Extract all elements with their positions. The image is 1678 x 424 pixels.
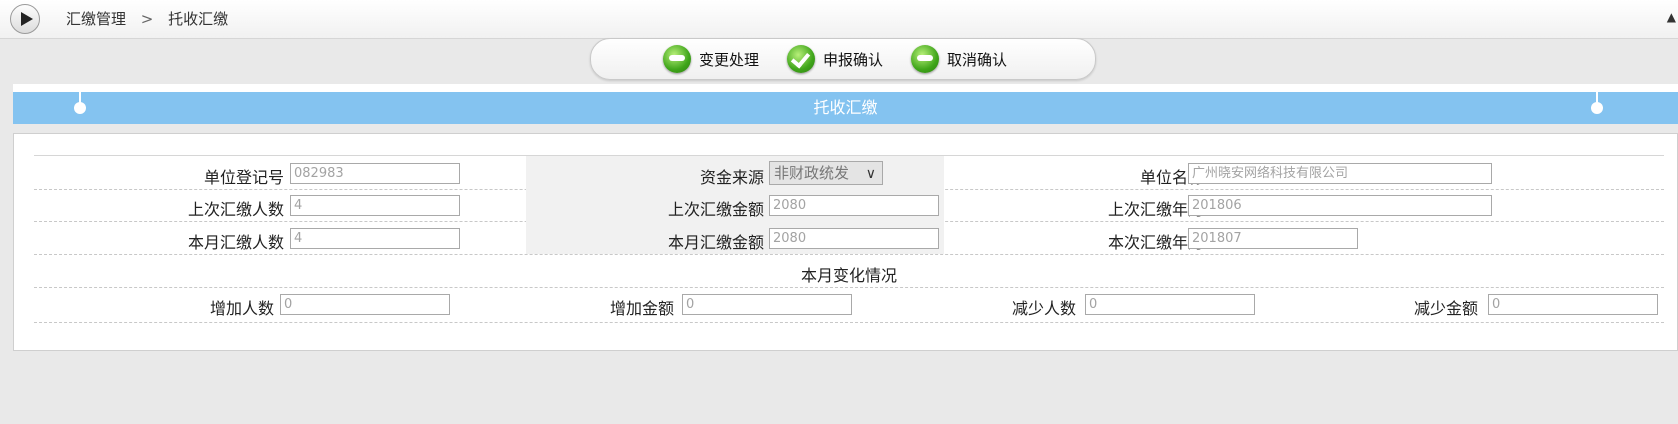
hanger-peg-left (74, 84, 86, 114)
this-amount-field[interactable]: 2080 (769, 228, 939, 249)
last-amount-label: 上次汇缴金额 (667, 200, 764, 219)
chevron-down-icon: ∨ (865, 166, 876, 182)
change-process-button[interactable]: 变更处理 (663, 45, 759, 73)
unit-reg-no-label: 单位登记号 (203, 168, 284, 187)
changes-section-title: 本月变化情况 (800, 266, 897, 285)
unit-name-field[interactable]: 广州晓安网络科技有限公司 (1188, 163, 1492, 184)
last-month-label: 上次汇缴年月 (1107, 200, 1204, 219)
form-row: 本月变化情况 (34, 254, 1664, 288)
form-title: 托收汇缴 (13, 92, 1678, 124)
declare-confirm-label: 申报确认 (823, 50, 884, 69)
reduce-amount-field[interactable]: 0 (1488, 294, 1658, 315)
cancel-confirm-label: 取消确认 (947, 50, 1008, 69)
check-circle-icon (787, 45, 815, 73)
reduce-count-label: 减少人数 (1011, 299, 1076, 318)
minus-circle-icon (911, 45, 939, 73)
top-bar: 汇缴管理 > 托收汇缴 ▲ (0, 0, 1678, 39)
form-row: 增加人数 0 增加金额 0 减少人数 0 减少金额 0 (34, 287, 1664, 323)
last-amount-field[interactable]: 2080 (769, 195, 939, 216)
last-month-field[interactable]: 201806 (1188, 195, 1492, 216)
declare-confirm-button[interactable]: 申报确认 (787, 45, 883, 73)
form-panel: 单位登记号 082983 资金来源 非财政统发 ∨ 单位名称 广州晓安网络科技有… (13, 133, 1678, 351)
action-toolbar: 变更处理 申报确认 取消确认 (590, 38, 1096, 80)
this-amount-label: 本月汇缴金额 (667, 233, 764, 252)
breadcrumb-root[interactable]: 汇缴管理 (66, 10, 126, 28)
unit-reg-no-field[interactable]: 082983 (290, 163, 460, 184)
fund-source-label: 资金来源 (699, 168, 764, 187)
breadcrumb-current: 托收汇缴 (168, 10, 229, 28)
hanger-peg-right (1591, 84, 1603, 114)
fund-source-select[interactable]: 非财政统发 ∨ (769, 161, 883, 185)
band-top-strip (13, 84, 1678, 92)
last-count-label: 上次汇缴人数 (187, 200, 284, 219)
fund-source-value: 非财政统发 (774, 164, 850, 182)
this-month-label: 本次汇缴年月 (1107, 233, 1204, 252)
add-count-field[interactable]: 0 (280, 294, 450, 315)
breadcrumb: 汇缴管理 > 托收汇缴 (66, 8, 228, 29)
reduce-count-field[interactable]: 0 (1085, 294, 1255, 315)
minus-circle-icon (663, 45, 691, 73)
last-count-field[interactable]: 4 (290, 195, 460, 216)
this-count-label: 本月汇缴人数 (187, 233, 284, 252)
cancel-confirm-button[interactable]: 取消确认 (911, 45, 1007, 73)
form-row: 本月汇缴人数 4 本月汇缴金额 2080 本次汇缴年月 201807 (34, 221, 1664, 255)
change-process-label: 变更处理 (699, 50, 760, 69)
this-count-field[interactable]: 4 (290, 228, 460, 249)
add-count-label: 增加人数 (209, 299, 274, 318)
add-amount-label: 增加金额 (609, 299, 674, 318)
form-row: 单位登记号 082983 资金来源 非财政统发 ∨ 单位名称 广州晓安网络科技有… (34, 155, 1664, 190)
scroll-up-arrow-icon[interactable]: ▲ (1667, 10, 1676, 24)
this-month-field[interactable]: 201807 (1188, 228, 1358, 249)
add-amount-field[interactable]: 0 (682, 294, 852, 315)
unit-name-label: 单位名称 (1139, 168, 1204, 187)
play-icon[interactable] (10, 4, 40, 34)
breadcrumb-separator: > (140, 10, 154, 28)
reduce-amount-label: 减少金额 (1413, 299, 1478, 318)
form-row: 上次汇缴人数 4 上次汇缴金额 2080 上次汇缴年月 201806 (34, 188, 1664, 222)
